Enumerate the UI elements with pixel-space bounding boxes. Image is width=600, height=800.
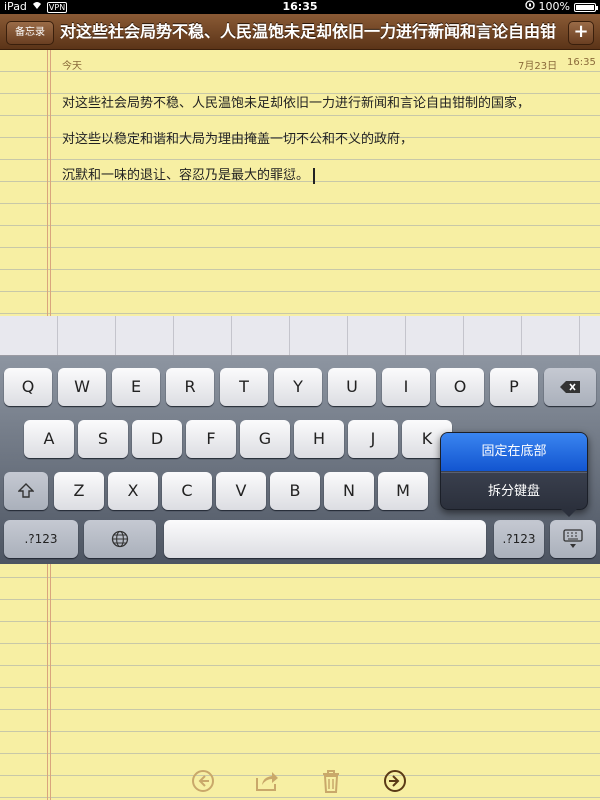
key-p[interactable]: P	[490, 368, 538, 406]
key-d[interactable]: D	[132, 420, 182, 458]
hide-keyboard-key[interactable]	[550, 520, 596, 558]
key-a[interactable]: A	[24, 420, 74, 458]
key-o[interactable]: O	[436, 368, 484, 406]
next-icon[interactable]	[382, 768, 408, 794]
candidate-bar	[0, 316, 600, 356]
previous-icon[interactable]	[190, 768, 216, 794]
rotation-lock-icon	[524, 0, 535, 14]
note-title: 对这些社会局势不稳、人民温饱未足却依旧一力进行新闻和言论自由钳	[60, 22, 557, 41]
note-day-label: 今天	[62, 61, 82, 72]
split-keyboard-option[interactable]: 拆分键盘	[441, 472, 587, 510]
note-text-line[interactable]: 沉默和一味的退让、容忍乃是最大的罪愆。	[62, 164, 316, 184]
shift-key[interactable]	[4, 472, 48, 510]
key-z[interactable]: Z	[54, 472, 104, 510]
globe-key[interactable]	[84, 520, 156, 558]
key-e[interactable]: E	[112, 368, 160, 406]
key-t[interactable]: T	[220, 368, 268, 406]
note-date: 7月23日	[518, 61, 558, 72]
dock-keyboard-option[interactable]: 固定在底部	[441, 433, 587, 471]
title-bar: 备忘录 对这些社会局势不稳、人民温饱未足却依旧一力进行新闻和言论自由钳 +	[0, 14, 600, 50]
bottom-toolbar	[0, 762, 600, 800]
trash-icon[interactable]	[318, 768, 344, 794]
globe-icon	[111, 530, 129, 548]
backspace-key[interactable]	[544, 368, 596, 406]
key-u[interactable]: U	[328, 368, 376, 406]
key-f[interactable]: F	[186, 420, 236, 458]
status-time: 16:35	[282, 0, 318, 13]
notes-back-button[interactable]: 备忘录	[6, 21, 54, 45]
note-text-content: 沉默和一味的退让、容忍乃是最大的罪愆。	[62, 168, 310, 183]
numbers-key-left[interactable]: .?123	[4, 520, 78, 558]
popup-arrow	[560, 508, 578, 517]
space-key[interactable]	[164, 520, 486, 558]
keyboard-options-menu: 固定在底部 拆分键盘	[440, 432, 588, 510]
shift-icon	[17, 483, 35, 498]
note-text-line[interactable]: 对这些社会局势不稳、人民温饱未足却依旧一力进行新闻和言论自由钳制的国家，	[62, 92, 530, 111]
status-bar: iPad VPN 16:35 100%	[0, 0, 600, 14]
key-r[interactable]: R	[166, 368, 214, 406]
key-n[interactable]: N	[324, 472, 374, 510]
note-time: 16:35	[567, 57, 596, 68]
key-m[interactable]: M	[378, 472, 428, 510]
key-g[interactable]: G	[240, 420, 290, 458]
key-h[interactable]: H	[294, 420, 344, 458]
share-icon[interactable]	[254, 768, 280, 794]
key-x[interactable]: X	[108, 472, 158, 510]
battery-percent: 100%	[538, 0, 570, 13]
key-v[interactable]: V	[216, 472, 266, 510]
key-y[interactable]: Y	[274, 368, 322, 406]
key-s[interactable]: S	[78, 420, 128, 458]
key-w[interactable]: W	[58, 368, 106, 406]
keyboard-dismiss-icon	[563, 529, 583, 548]
battery-icon	[574, 2, 598, 12]
backspace-icon	[560, 381, 580, 393]
key-i[interactable]: I	[382, 368, 430, 406]
key-c[interactable]: C	[162, 472, 212, 510]
numbers-key-right[interactable]: .?123	[494, 520, 544, 558]
add-note-button[interactable]: +	[568, 21, 594, 45]
note-text-line[interactable]: 对这些以稳定和谐和大局为理由掩盖一切不公和不义的政府，	[62, 128, 413, 147]
key-q[interactable]: Q	[4, 368, 52, 406]
text-cursor	[313, 167, 316, 184]
key-b[interactable]: B	[270, 472, 320, 510]
key-j[interactable]: J	[348, 420, 398, 458]
